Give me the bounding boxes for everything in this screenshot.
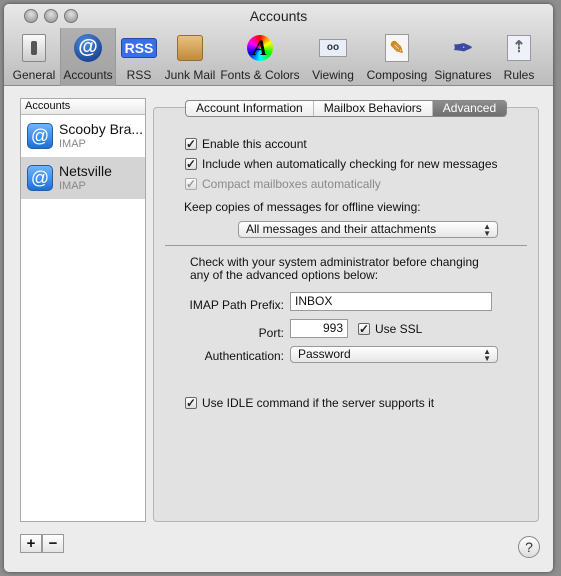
checkmark-icon: ✓ — [358, 322, 370, 336]
mail-account-icon: @ — [27, 165, 53, 191]
accounts-list: Accounts @ Scooby Bra... IMAP @ Netsvill… — [20, 98, 146, 522]
junk-mail-icon — [174, 32, 206, 64]
separator — [165, 245, 527, 246]
checkmark-icon: ✓ — [185, 177, 197, 191]
use-idle-checkbox[interactable]: ✓ Use IDLE command if the server supports… — [185, 396, 434, 410]
account-item-netsville[interactable]: @ Netsville IMAP — [21, 157, 145, 199]
preferences-window: Accounts General @ Accounts RSS RSS Junk… — [4, 4, 553, 572]
tab-advanced[interactable]: Advanced — [432, 101, 507, 116]
port-label: Port: — [258, 326, 284, 340]
toolbar-junk-mail[interactable]: Junk Mail — [162, 28, 218, 86]
mail-account-icon: @ — [27, 123, 53, 149]
port-input[interactable]: 993 — [290, 319, 348, 338]
keep-copies-label: Keep copies of messages for offline view… — [184, 200, 421, 214]
admin-warning: Check with your system administrator bef… — [190, 255, 479, 282]
up-down-arrows-icon: ▲ ▼ — [483, 347, 491, 363]
tab-bar: Account Information Mailbox Behaviors Ad… — [185, 100, 508, 117]
rules-arrows-icon: ⇡ — [503, 32, 535, 64]
pencil-paper-icon: ✎ — [381, 32, 413, 64]
help-button[interactable]: ? — [518, 536, 540, 558]
accounts-list-header: Accounts — [21, 99, 145, 115]
compact-mailboxes-checkbox[interactable]: ✓ Compact mailboxes automatically — [185, 177, 381, 191]
pen-icon: ✒ — [452, 34, 474, 62]
imap-prefix-input[interactable]: INBOX — [290, 292, 492, 311]
switch-icon — [18, 32, 50, 64]
toolbar-composing[interactable]: ✎ Composing — [364, 28, 430, 86]
authentication-popup[interactable]: Password ▲ ▼ — [290, 346, 498, 363]
add-account-button[interactable]: + — [20, 534, 42, 553]
toolbar-fonts-colors[interactable]: A Fonts & Colors — [218, 28, 302, 86]
glasses-icon: oo — [317, 32, 349, 64]
tab-account-information[interactable]: Account Information — [186, 101, 314, 116]
checkmark-icon: ✓ — [185, 396, 197, 410]
keep-copies-popup[interactable]: All messages and their attachments ▲ ▼ — [238, 221, 498, 238]
toolbar-signatures[interactable]: ✒ Signatures — [430, 28, 496, 86]
authentication-label: Authentication: — [204, 349, 284, 363]
tab-mailbox-behaviors[interactable]: Mailbox Behaviors — [314, 101, 433, 116]
checkmark-icon: ✓ — [185, 157, 197, 171]
toolbar-accounts[interactable]: @ Accounts — [60, 28, 116, 86]
rss-icon: RSS — [120, 32, 158, 64]
toolbar-rss[interactable]: RSS RSS — [116, 28, 162, 86]
up-down-arrows-icon: ▲ ▼ — [483, 222, 491, 238]
toolbar-viewing[interactable]: oo Viewing — [302, 28, 364, 86]
account-item-scooby[interactable]: @ Scooby Bra... IMAP — [21, 115, 145, 157]
imap-prefix-label: IMAP Path Prefix: — [189, 298, 284, 312]
at-icon: @ — [72, 32, 104, 64]
enable-account-checkbox[interactable]: ✓ Enable this account — [185, 137, 307, 151]
checkmark-icon: ✓ — [185, 137, 197, 151]
use-ssl-checkbox[interactable]: ✓ Use SSL — [358, 322, 422, 336]
window-title: Accounts — [249, 8, 308, 24]
toolbar-rules[interactable]: ⇡ Rules — [496, 28, 542, 86]
color-wheel-icon: A — [244, 32, 276, 64]
toolbar-general[interactable]: General — [8, 28, 60, 86]
remove-account-button[interactable]: − — [42, 534, 64, 553]
include-checking-checkbox[interactable]: ✓ Include when automatically checking for… — [185, 157, 498, 171]
title-bar: Accounts General @ Accounts RSS RSS Junk… — [4, 4, 553, 86]
